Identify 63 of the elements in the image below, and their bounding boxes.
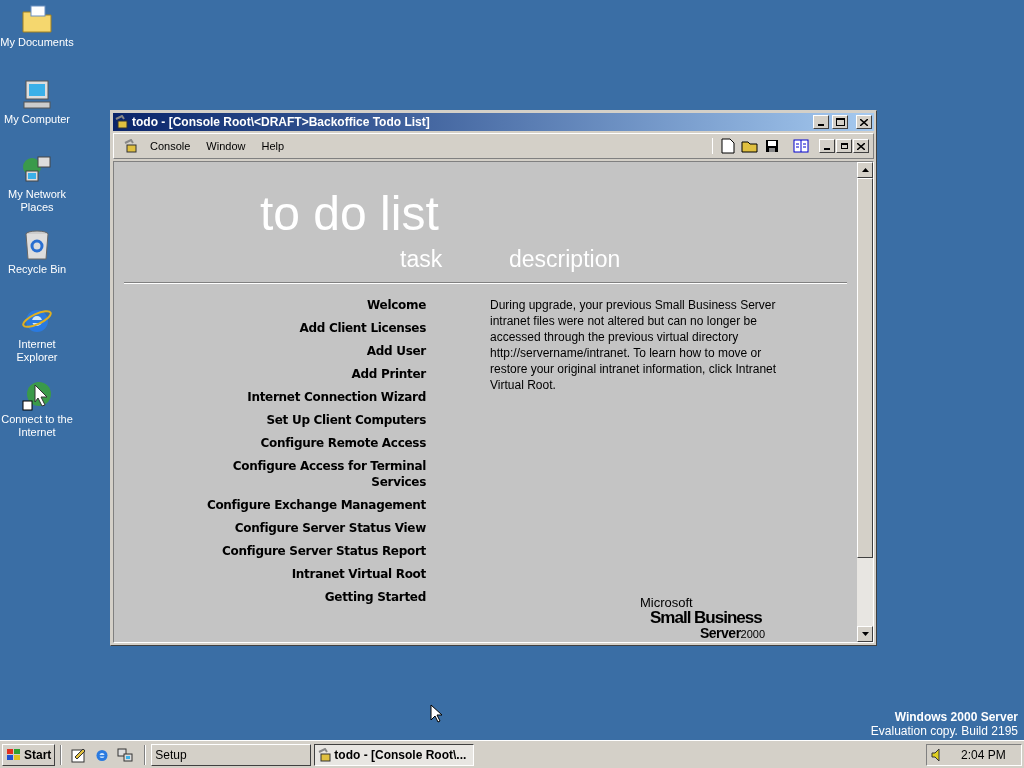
task-link[interactable]: Add User bbox=[190, 343, 426, 359]
task-link[interactable]: Configure Access for Terminal Services bbox=[190, 458, 426, 490]
app-icon[interactable] bbox=[124, 139, 138, 153]
task-link[interactable]: Getting Started bbox=[190, 589, 426, 605]
task-link[interactable]: Configure Server Status Report bbox=[190, 543, 426, 559]
column-header: task bbox=[400, 245, 443, 274]
up-arrow-icon bbox=[861, 168, 869, 172]
clock: 2:04 PM bbox=[961, 746, 1006, 764]
desktop-icon-label[interactable]: Connect to the Internet bbox=[0, 413, 74, 439]
save-icon[interactable] bbox=[765, 139, 779, 153]
taskbar-button[interactable]: Setup bbox=[151, 743, 312, 766]
task-link[interactable]: Add Client Licenses bbox=[190, 320, 426, 336]
windows-flag-icon bbox=[6, 747, 22, 762]
globe-cursor-icon bbox=[21, 379, 53, 411]
close-button[interactable] bbox=[853, 139, 869, 153]
down-arrow-icon bbox=[861, 632, 869, 636]
desktop-icon-label[interactable]: My Network Places bbox=[0, 188, 74, 214]
os-edition-text: Windows 2000 Server bbox=[894, 710, 1018, 724]
panel-icon[interactable] bbox=[793, 139, 809, 153]
task-link[interactable]: Add Printer bbox=[190, 366, 426, 382]
menu-item[interactable]: Help bbox=[253, 137, 293, 155]
mouse-cursor-icon bbox=[430, 704, 442, 723]
restore-button[interactable] bbox=[836, 139, 852, 153]
desktop-icon-label[interactable]: My Computer bbox=[0, 113, 74, 126]
menu-item[interactable]: Console bbox=[142, 137, 199, 155]
column-header: description bbox=[509, 245, 621, 274]
task-link[interactable]: Welcome bbox=[190, 297, 426, 313]
logo-company: Microsoft bbox=[640, 596, 694, 609]
recycle-bin-icon bbox=[23, 229, 51, 261]
scrollbar[interactable] bbox=[857, 162, 873, 642]
taskbar-button[interactable]: todo - [Console Root\... bbox=[314, 743, 475, 766]
close-icon bbox=[860, 118, 868, 126]
logo-version: 2000 bbox=[740, 629, 766, 640]
folder-icon bbox=[21, 4, 53, 34]
computer-icon bbox=[21, 79, 53, 111]
desktop-shortcut-icon[interactable] bbox=[71, 746, 88, 763]
task-link[interactable]: Internet Connection Wizard bbox=[190, 389, 426, 405]
page-heading: to do list bbox=[260, 186, 439, 242]
minimize-button[interactable] bbox=[813, 115, 829, 129]
task-link[interactable]: Intranet Virtual Root bbox=[190, 566, 426, 582]
logo-product: Small Business bbox=[650, 609, 763, 626]
logo-edition: Server bbox=[700, 626, 741, 640]
new-document-icon[interactable] bbox=[721, 138, 735, 154]
maximize-button[interactable] bbox=[832, 115, 848, 129]
desktop-icon-label[interactable]: My Documents bbox=[0, 36, 74, 49]
network-icon[interactable] bbox=[117, 746, 134, 763]
desktop-icon-label[interactable]: Recycle Bin bbox=[0, 263, 74, 276]
task-link[interactable]: Set Up Client Computers bbox=[190, 412, 426, 428]
close-button[interactable] bbox=[856, 115, 872, 129]
build-text: Evaluation copy. Build 2195 bbox=[870, 724, 1018, 738]
task-link[interactable]: Configure Server Status View bbox=[190, 520, 426, 536]
app-icon bbox=[115, 115, 129, 129]
open-folder-icon[interactable] bbox=[741, 139, 759, 153]
minimize-button[interactable] bbox=[819, 139, 835, 153]
task-description: During upgrade, your previous Small Business Server intranet files were not altered but can no longer be accessed through the previous virtual directory http://servername/intranet. To learn how to move or restore your original intranet information, click Intranet Virtual Root. bbox=[490, 297, 778, 393]
task-link[interactable]: Configure Remote Access bbox=[190, 435, 426, 451]
task-link[interactable]: Configure Exchange Management bbox=[190, 497, 426, 513]
desktop-icon-label[interactable]: Internet Explorer bbox=[0, 338, 74, 364]
close-icon bbox=[857, 142, 865, 150]
app-icon bbox=[318, 747, 333, 762]
menu-item[interactable]: Window bbox=[198, 137, 254, 155]
window-title: todo - [Console Root\<DRAFT>Backoffice Todo List] bbox=[132, 114, 431, 131]
start-button[interactable]: Start bbox=[2, 743, 56, 766]
